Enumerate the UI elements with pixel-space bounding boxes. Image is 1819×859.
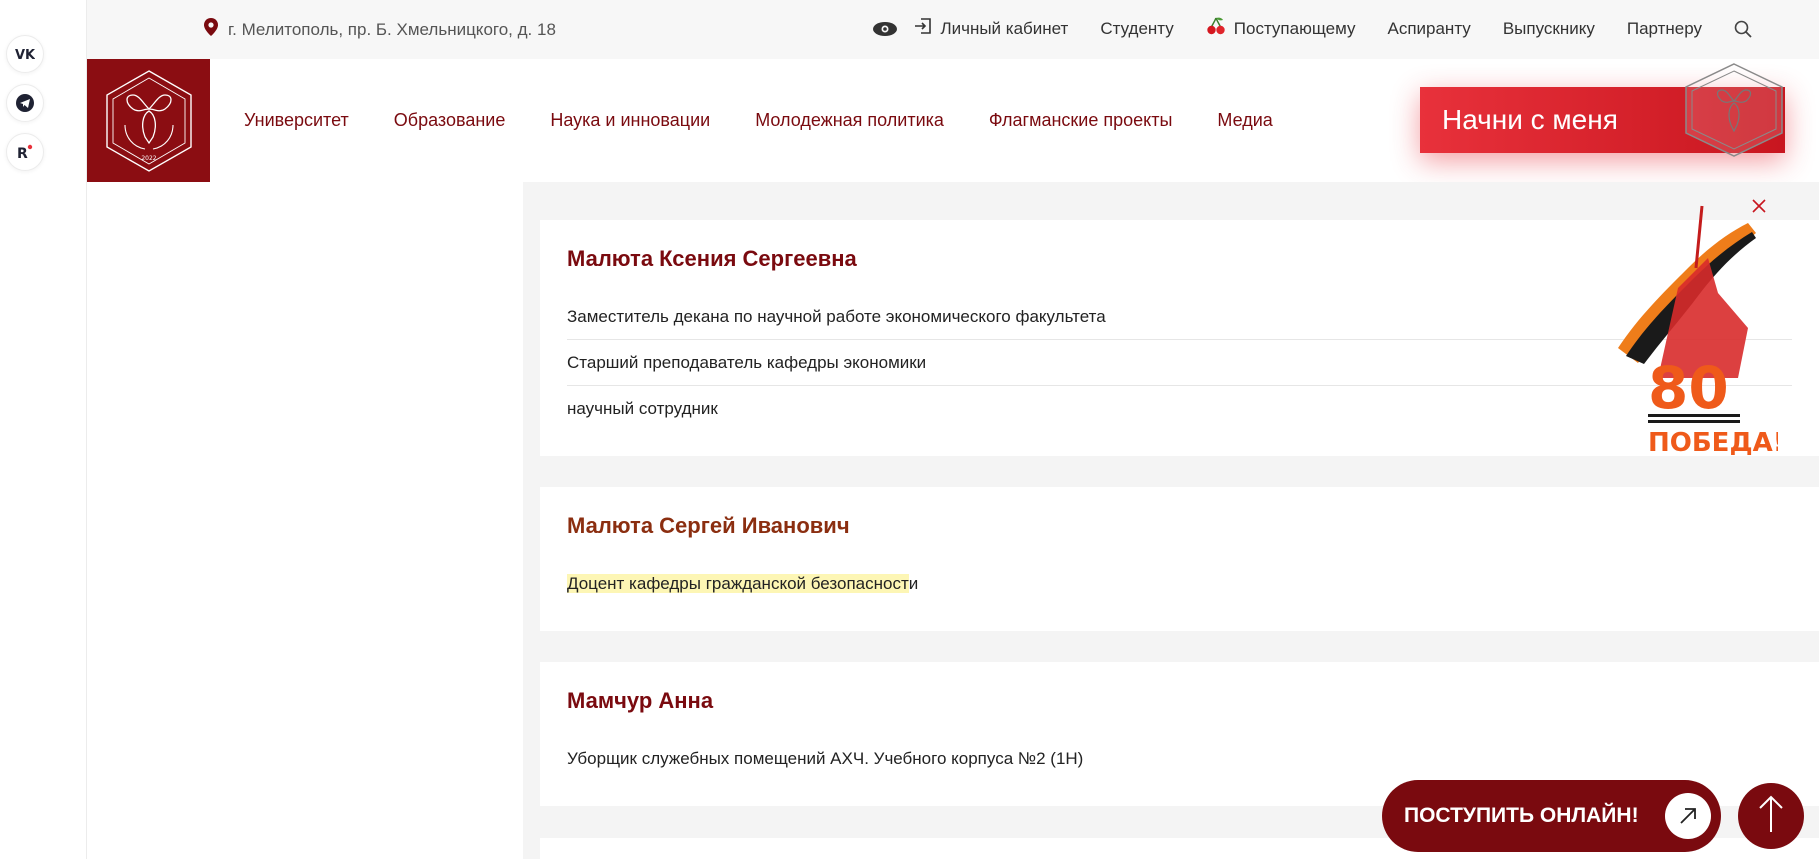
apply-online-label: ПОСТУПИТЬ ОНЛАЙН! [1404,804,1639,827]
nav-flagship[interactable]: Флагманские проекты [989,110,1172,131]
applicant-label: Поступающему [1233,18,1356,38]
scroll-to-top-button[interactable] [1738,783,1804,849]
nav-youth[interactable]: Молодежная политика [755,110,944,131]
university-logo[interactable]: 2022 [87,59,210,182]
student-link[interactable]: Студенту [1100,19,1173,39]
svg-text:VK: VK [15,48,35,60]
promo-text: ПОБЕДА! [1648,428,1778,458]
vk-icon[interactable]: VK [6,35,44,73]
arrow-up-icon [1758,794,1784,839]
rutube-icon[interactable]: R [6,133,44,171]
person-name[interactable]: Малюта Сергей Иванович [567,513,1819,539]
person-card: Малюта Сергей Иванович Доцент кафедры гр… [540,487,1819,631]
cta-label: Начни с меня [1442,104,1618,135]
address-text: г. Мелитополь, пр. Б. Хмельницкого, д. 1… [228,19,556,39]
cabinet-link[interactable]: Личный кабинет [914,17,1068,40]
person-position: Доцент кафедры гражданской безопасности [567,561,1792,607]
cabinet-label: Личный кабинет [940,18,1069,38]
telegram-icon[interactable] [6,84,44,122]
applicant-link[interactable]: Поступающему [1206,16,1356,41]
nav-education[interactable]: Образование [394,110,506,131]
victory-80-banner[interactable]: 80 ПОБЕДА! [1598,198,1785,458]
nav-menu: Университет Образование Наука и инноваци… [244,110,1273,131]
location-pin-icon [204,18,218,41]
partner-link[interactable]: Партнеру [1627,19,1702,39]
address[interactable]: г. Мелитополь, пр. Б. Хмельницкого, д. 1… [204,18,556,41]
login-icon [914,17,932,40]
nav-university[interactable]: Университет [244,110,349,131]
social-rail: VK R [0,0,87,859]
graduate-link[interactable]: Выпускнику [1503,19,1595,39]
arrow-up-right-icon [1665,793,1711,839]
postgrad-link[interactable]: Аспиранту [1387,19,1470,39]
eye-icon[interactable] [872,21,898,37]
nav-science[interactable]: Наука и инновации [550,110,710,131]
search-icon[interactable] [1734,20,1752,38]
university-seal-image [1678,61,1790,159]
top-links: Личный кабинет Студенту Поступающему Асп… [872,16,1752,41]
top-utility-bar: г. Мелитополь, пр. Б. Хмельницкого, д. 1… [87,0,1819,59]
close-icon[interactable] [1748,196,1770,218]
promo-number: 80 [1648,354,1729,422]
logo-year: 2022 [141,155,156,162]
highlighted-text: Доцент кафедры гражданской безопасност [567,574,909,593]
nav-media[interactable]: Медиа [1217,110,1272,131]
person-name[interactable]: Мамчур Анна [567,688,1819,714]
svg-text:R: R [17,146,28,160]
apply-online-button[interactable]: ПОСТУПИТЬ ОНЛАЙН! [1382,780,1721,852]
position-text-tail: и [908,574,919,593]
cherry-icon [1206,16,1226,41]
person-position: Уборщик служебных помещений АХЧ. Учебног… [567,749,1084,768]
